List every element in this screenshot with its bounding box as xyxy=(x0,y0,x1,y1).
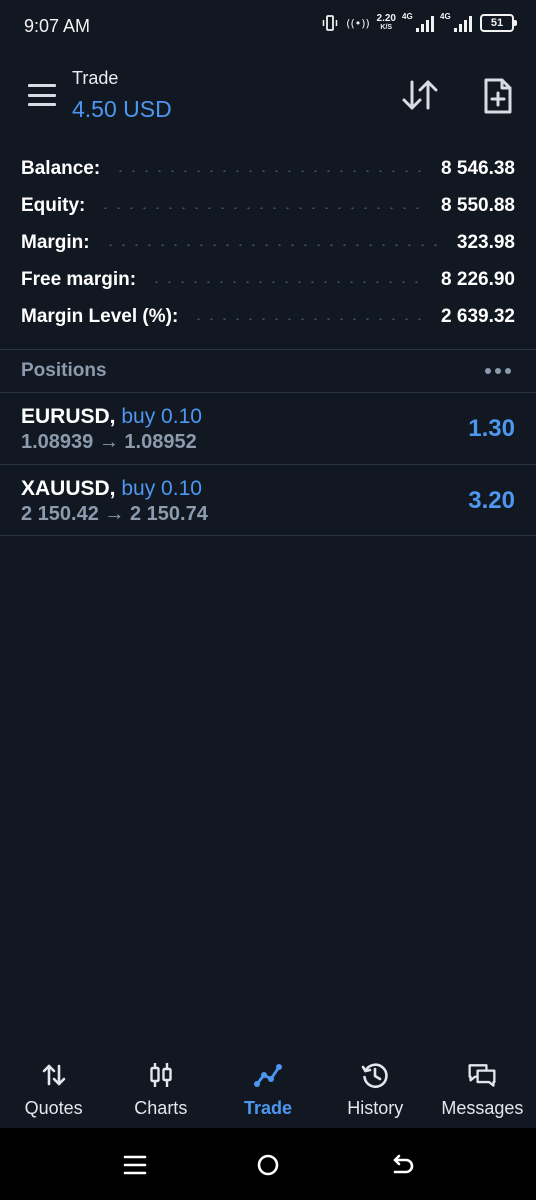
nav-label: Trade xyxy=(243,1098,293,1118)
position-side: buy 0.10 xyxy=(121,477,202,500)
position-symbol: EURUSD, xyxy=(21,405,116,428)
dotted-leader xyxy=(192,317,428,320)
divider xyxy=(0,535,536,536)
nav-label: History xyxy=(347,1098,404,1118)
page-title: Trade xyxy=(72,68,119,88)
nav-history[interactable]: History xyxy=(322,1050,429,1128)
positions-header: Positions xyxy=(0,350,536,392)
network-speed-value: 2.20 xyxy=(376,13,396,24)
current-price: 2 150.74 xyxy=(129,503,208,525)
dotted-leader xyxy=(150,280,428,283)
candlestick-icon xyxy=(150,1063,172,1087)
summary-label: Equity: xyxy=(21,194,86,216)
position-side: buy 0.10 xyxy=(121,405,202,428)
nav-charts[interactable]: Charts xyxy=(107,1050,214,1128)
summary-value: 2 639.32 xyxy=(441,305,515,327)
summary-row-equity: Equity: 8 550.88 xyxy=(0,187,536,224)
summary-row-margin: Margin: 323.98 xyxy=(0,224,536,261)
network-speed: 2.20 K/S xyxy=(377,14,396,32)
signal-2-icon: 4G xyxy=(440,12,472,32)
system-navigation-bar xyxy=(0,1128,536,1200)
position-prices: 2 150.42 → 2 150.74 xyxy=(21,503,208,526)
sort-arrows-icon xyxy=(402,80,438,110)
open-price: 2 150.42 xyxy=(21,503,99,525)
status-time: 9:07 AM xyxy=(24,16,91,36)
summary-value: 8 226.90 xyxy=(441,268,515,290)
summary-label: Free margin: xyxy=(21,268,137,290)
nav-quotes[interactable]: Quotes xyxy=(0,1050,107,1128)
recent-apps-icon[interactable] xyxy=(120,1150,150,1180)
history-clock-icon xyxy=(361,1063,388,1089)
nav-label: Messages xyxy=(441,1098,524,1118)
summary-value: 8 550.88 xyxy=(441,194,515,216)
account-summary: Balance: 8 546.38 Equity: 8 550.88 Margi… xyxy=(0,150,536,335)
battery-icon: 51 xyxy=(480,14,517,32)
network-speed-unit: K/S xyxy=(380,24,393,31)
position-title: EURUSD, buy 0.10 xyxy=(21,405,202,429)
positions-title: Positions xyxy=(21,360,107,381)
nav-label: Charts xyxy=(134,1098,188,1118)
app-header: Trade 4.50 USD xyxy=(0,56,536,140)
price-arrow-icon: → xyxy=(98,431,119,453)
summary-label: Margin Level (%): xyxy=(21,305,179,327)
new-document-icon xyxy=(484,78,512,114)
position-title: XAUUSD, buy 0.10 xyxy=(21,477,202,501)
svg-text:((•)): ((•)) xyxy=(347,17,369,30)
summary-row-margin-level: Margin Level (%): 2 639.32 xyxy=(0,298,536,335)
dotted-leader xyxy=(99,206,428,209)
position-row-xauusd[interactable]: XAUUSD, buy 0.10 2 150.42 → 2 150.74 3.2… xyxy=(0,465,536,536)
nav-messages[interactable]: Messages xyxy=(429,1050,536,1128)
home-icon[interactable] xyxy=(253,1150,283,1180)
signal-1-icon: 4G xyxy=(402,12,434,32)
messages-bubbles-icon xyxy=(468,1064,496,1087)
summary-row-free-margin: Free margin: 8 226.90 xyxy=(0,261,536,298)
position-row-eurusd[interactable]: EURUSD, buy 0.10 1.08939 → 1.08952 1.30 xyxy=(0,393,536,464)
vibrate-icon xyxy=(322,15,337,31)
trade-line-icon xyxy=(254,1064,282,1087)
summary-value: 8 546.38 xyxy=(441,157,515,179)
sort-button[interactable] xyxy=(398,74,442,118)
status-icons: ((•)) 2.20 K/S 4G 4G 51 xyxy=(321,12,517,32)
summary-row-balance: Balance: 8 546.38 xyxy=(0,150,536,187)
menu-icon[interactable] xyxy=(28,84,56,106)
position-profit: 1.30 xyxy=(468,415,515,442)
nav-trade[interactable]: Trade xyxy=(214,1050,321,1128)
position-symbol: XAUUSD, xyxy=(21,477,116,500)
more-options-icon[interactable] xyxy=(484,364,512,378)
dotted-leader xyxy=(103,243,443,246)
signal-1-label: 4G xyxy=(402,12,413,21)
nav-label: Quotes xyxy=(24,1098,83,1118)
open-price: 1.08939 xyxy=(21,431,94,453)
status-bar: 9:07 AM ((•)) 2.20 K/S 4G 4G 51 xyxy=(0,0,536,56)
summary-value: 323.98 xyxy=(456,231,515,253)
back-icon[interactable] xyxy=(387,1150,417,1180)
position-prices: 1.08939 → 1.08952 xyxy=(21,431,197,454)
dotted-leader xyxy=(114,169,428,172)
position-profit: 3.20 xyxy=(468,487,515,514)
new-order-button[interactable] xyxy=(476,74,520,118)
price-arrow-icon: → xyxy=(104,503,125,525)
signal-2-label: 4G xyxy=(440,12,451,21)
quotes-arrows-icon xyxy=(42,1064,65,1086)
current-price: 1.08952 xyxy=(124,431,197,453)
hotspot-icon: ((•)) xyxy=(347,17,369,30)
bottom-navigation: Quotes Charts Trade History Messages xyxy=(0,1050,536,1128)
total-profit: 4.50 USD xyxy=(72,96,172,122)
summary-label: Balance: xyxy=(21,157,101,179)
summary-label: Margin: xyxy=(21,231,90,253)
